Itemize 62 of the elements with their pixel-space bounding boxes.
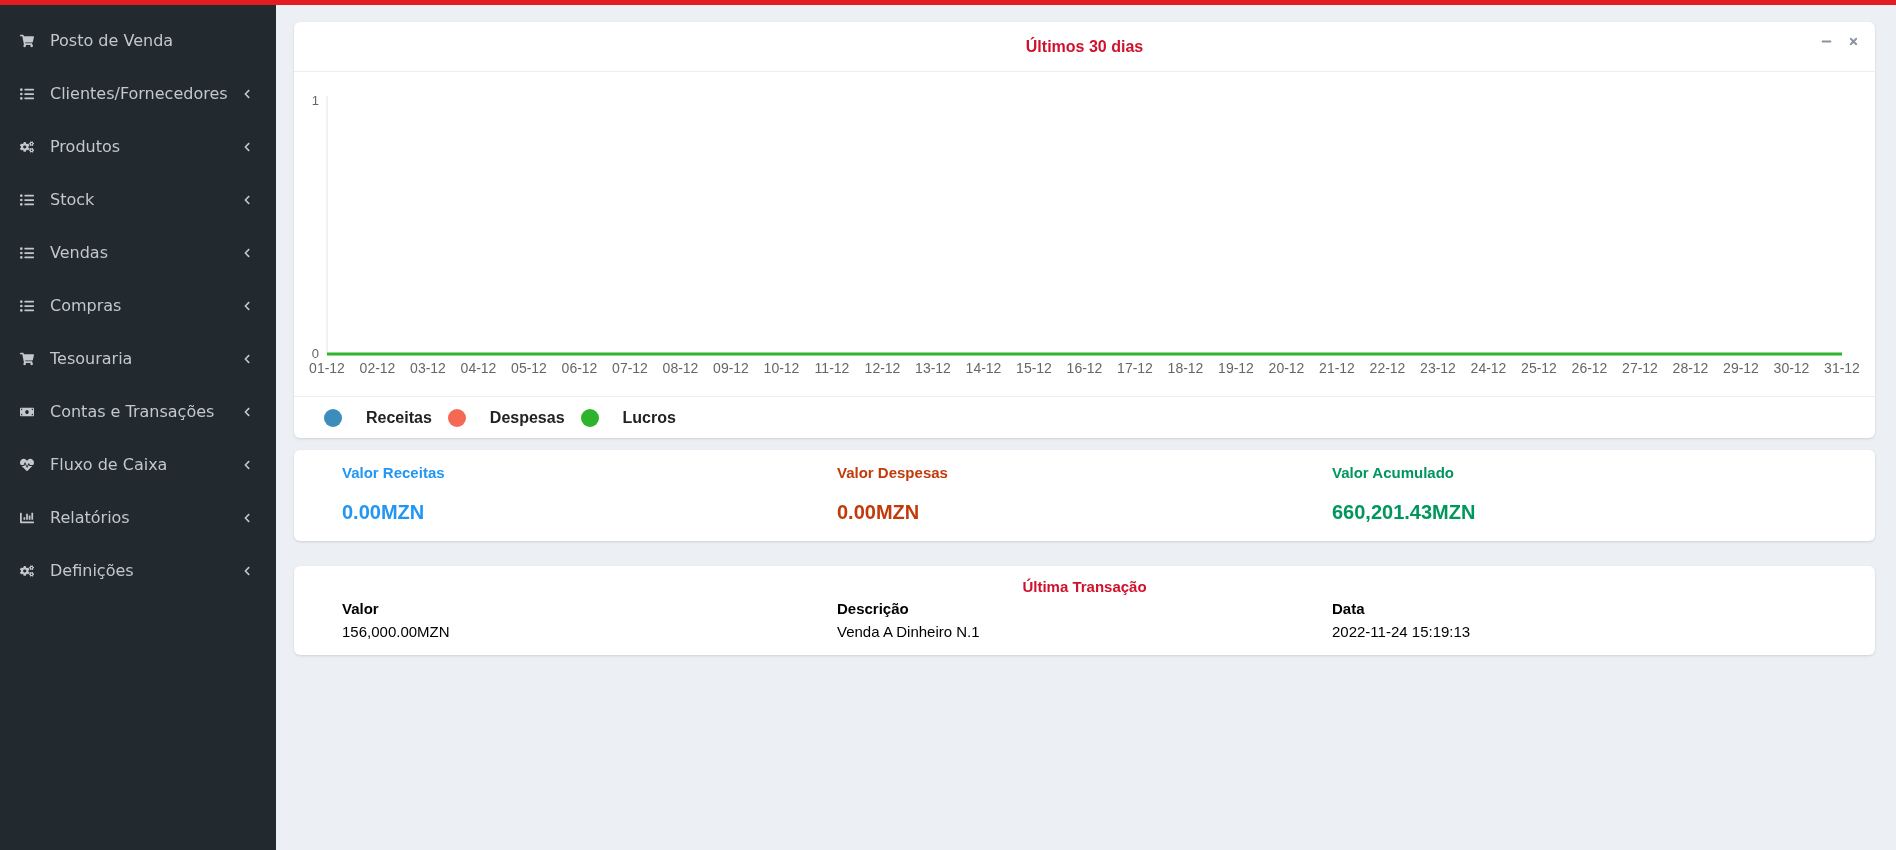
sidebar-item[interactable]: Definições — [0, 544, 276, 597]
stat-label: Valor Acumulado — [1332, 463, 1455, 483]
table-cell-text: 2022-11-24 15:19:13 — [1332, 621, 1472, 642]
axis-label: 05-12 — [511, 360, 547, 376]
stat-value: 0.00MZN — [837, 499, 921, 525]
axis-label: 24-12 — [1470, 360, 1507, 376]
axis-label: 25-12 — [1521, 360, 1557, 376]
axis-label: 30-12 — [1773, 360, 1810, 376]
axis-label: 11-12 — [814, 360, 850, 376]
sidebar-item[interactable]: Clientes/Fornecedores — [0, 67, 276, 120]
axis-label: 08-12 — [662, 360, 699, 376]
axis-label: 21-12 — [1319, 360, 1355, 376]
axis-label: 1 — [311, 93, 319, 108]
axis-label: 28-12 — [1672, 360, 1709, 376]
axis-label: 19-12 — [1218, 360, 1254, 376]
column-heading: Descrição — [837, 599, 910, 619]
axis-label: 29-12 — [1723, 360, 1759, 376]
axis-label: 04-12 — [460, 360, 497, 376]
sidebar-item[interactable]: Compras — [0, 279, 276, 332]
stat-value: 0.00MZN — [342, 499, 426, 525]
sidebar-item[interactable]: Vendas — [0, 226, 276, 279]
column-heading: Data — [1332, 599, 1366, 619]
axis-label: 07-12 — [612, 360, 648, 376]
axis-label: 17-12 — [1117, 360, 1153, 376]
card-title: Últimos 30 dias — [1025, 36, 1144, 57]
axis-label: 15-12 — [1016, 360, 1052, 376]
close-button[interactable] — [1848, 36, 1859, 47]
axis-label: 09-12 — [713, 360, 749, 376]
table-cell-text: 156,000.00MZN — [342, 621, 451, 642]
axis-label: 06-12 — [561, 360, 598, 376]
axis-label: 16-12 — [1066, 360, 1103, 376]
axis-label: 12-12 — [864, 360, 901, 376]
legend-label: Lucros — [622, 407, 676, 428]
axis-label: 01-12 — [309, 360, 345, 376]
legend-label: Receitas — [366, 407, 432, 428]
sidebar-item[interactable]: Produtos — [0, 120, 276, 173]
axis-label: 14-12 — [965, 360, 1002, 376]
column-heading: Valor — [342, 599, 380, 619]
axis-label: 0 — [311, 346, 319, 361]
axis-label: 22-12 — [1369, 360, 1406, 376]
sidebar-item[interactable]: Relatórios — [0, 491, 276, 544]
axis-label: 23-12 — [1420, 360, 1456, 376]
sidebar-item[interactable]: Posto de Venda — [0, 14, 276, 67]
table-cell-text: Venda A Dinheiro N.1 — [837, 621, 981, 642]
axis-label: 10-12 — [763, 360, 800, 376]
stat-label: Valor Despesas — [837, 463, 949, 483]
axis-label: 26-12 — [1571, 360, 1608, 376]
axis-label: 18-12 — [1167, 360, 1204, 376]
sidebar-item[interactable]: Contas e Transações — [0, 385, 276, 438]
axis-label: 27-12 — [1622, 360, 1658, 376]
axis-label: 13-12 — [915, 360, 951, 376]
stat-label: Valor Receitas — [342, 463, 446, 483]
sidebar-item[interactable]: Fluxo de Caixa — [0, 438, 276, 491]
sidebar-item[interactable]: Stock — [0, 173, 276, 226]
axis-label: 20-12 — [1268, 360, 1305, 376]
sidebar-item[interactable]: Tesouraria — [0, 332, 276, 385]
legend-label: Despesas — [489, 407, 565, 428]
axis-label: 31-12 — [1824, 360, 1860, 376]
axis-label: 02-12 — [359, 360, 396, 376]
card-title: Última Transação — [1022, 576, 1147, 597]
axis-label: 03-12 — [410, 360, 446, 376]
stat-value: 660,201.43MZN — [1332, 499, 1477, 525]
